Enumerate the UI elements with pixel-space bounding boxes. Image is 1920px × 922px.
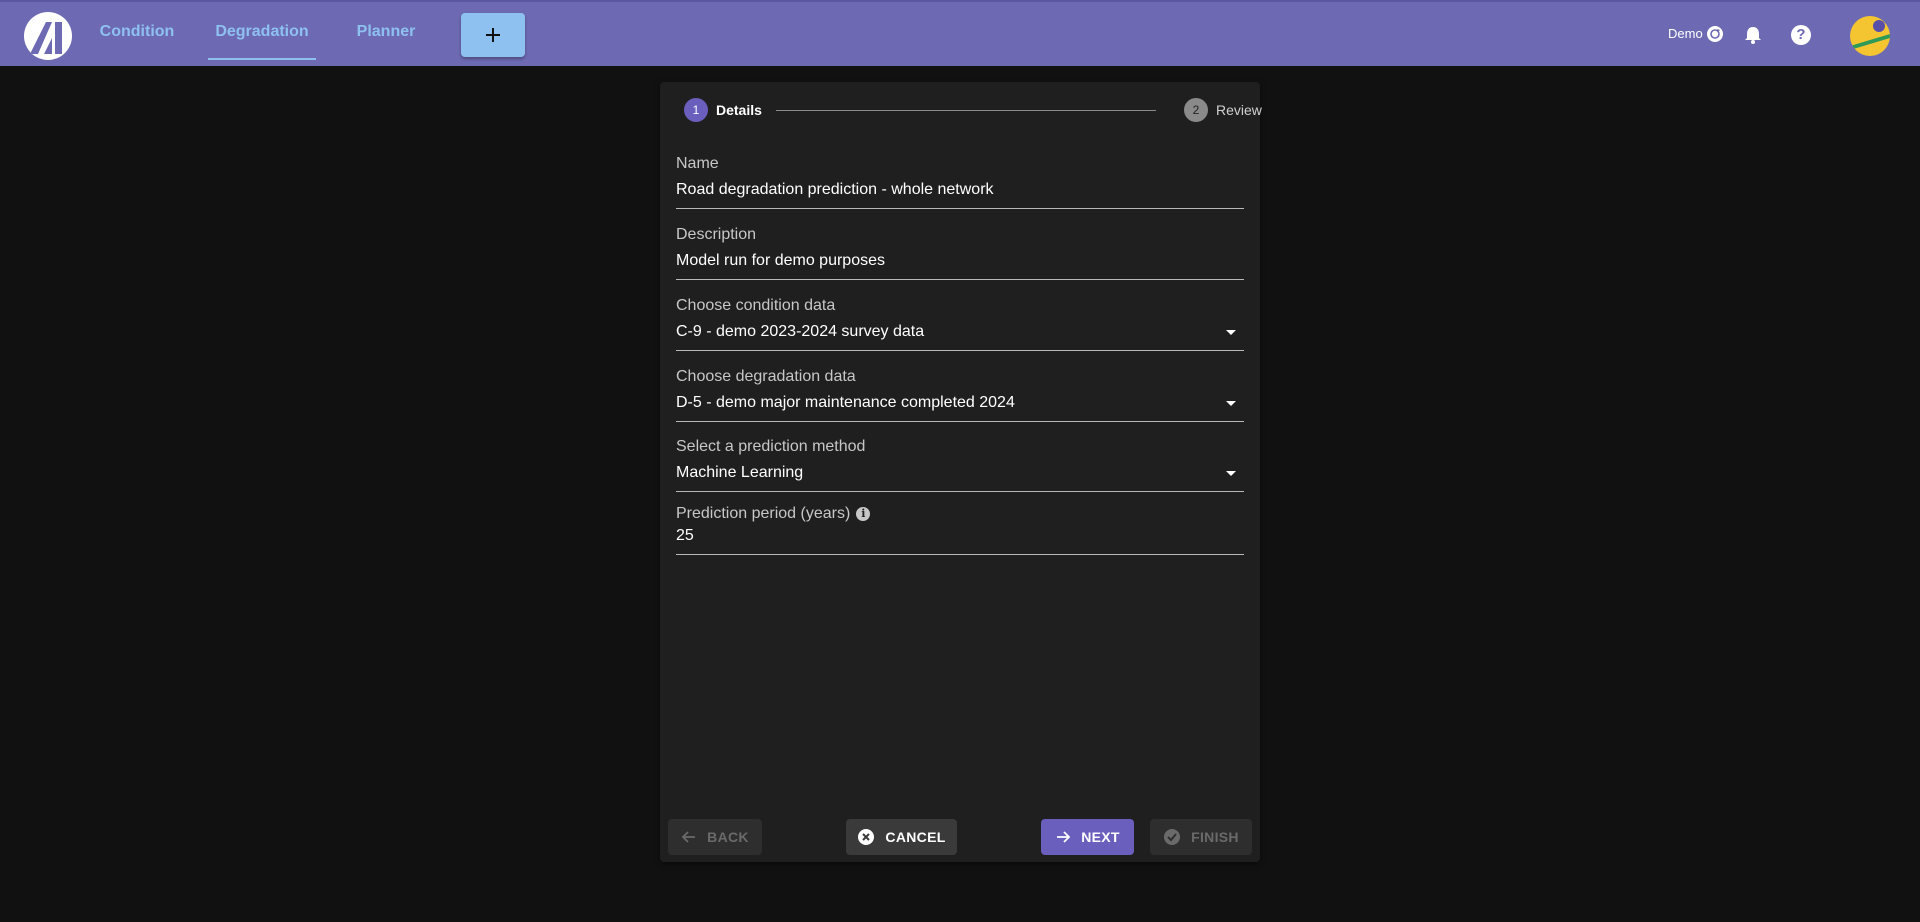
degradation-data-field: Choose degradation data D-5 - demo major…	[676, 368, 1244, 422]
help-icon[interactable]: ?	[1791, 25, 1811, 45]
condition-data-value: C-9 - demo 2023-2024 survey data	[676, 323, 925, 340]
cancel-button-label: CANCEL	[885, 829, 946, 845]
name-input[interactable]: Road degradation prediction - whole netw…	[676, 181, 1244, 209]
back-button-label: BACK	[707, 829, 749, 845]
plus-icon	[486, 28, 500, 42]
tab-condition[interactable]: Condition	[96, 2, 178, 58]
tab-planner[interactable]: Planner	[352, 2, 420, 58]
sync-icon[interactable]	[1707, 26, 1723, 42]
condition-data-select[interactable]: C-9 - demo 2023-2024 survey data	[676, 323, 1244, 351]
prediction-period-label: Prediction period (years)	[676, 505, 851, 522]
info-icon[interactable]: i	[856, 507, 871, 521]
arrow-left-icon	[681, 829, 697, 845]
next-button-label: NEXT	[1081, 829, 1120, 845]
add-button[interactable]	[461, 13, 525, 57]
condition-data-field: Choose condition data C-9 - demo 2023-20…	[676, 297, 1244, 351]
degradation-data-select[interactable]: D-5 - demo major maintenance completed 2…	[676, 394, 1244, 422]
prediction-period-label-row: Prediction period (years) i	[676, 505, 1244, 523]
prediction-method-select[interactable]: Machine Learning	[676, 464, 1244, 492]
name-label: Name	[676, 155, 719, 172]
app-logo[interactable]	[24, 12, 72, 60]
bell-icon[interactable]	[1742, 24, 1764, 46]
chevron-down-icon[interactable]	[1226, 330, 1236, 335]
degradation-data-value: D-5 - demo major maintenance completed 2…	[676, 394, 1015, 411]
step-2-label: Review	[1216, 102, 1262, 118]
demo-account-label[interactable]: Demo	[1668, 26, 1703, 41]
step-1-label: Details	[716, 102, 762, 118]
condition-data-label: Choose condition data	[676, 297, 836, 314]
stepper-divider	[776, 110, 1156, 111]
step-2-indicator: 2	[1184, 98, 1208, 122]
description-field: Description Model run for demo purposes	[676, 226, 1244, 280]
cancel-button[interactable]: CANCEL	[846, 819, 957, 855]
prediction-method-field: Select a prediction method Machine Learn…	[676, 438, 1244, 492]
top-app-bar: Condition Degradation Planner Demo ?	[0, 0, 1920, 66]
description-input[interactable]: Model run for demo purposes	[676, 252, 1244, 280]
back-button[interactable]: BACK	[668, 819, 762, 855]
prediction-method-label: Select a prediction method	[676, 438, 866, 455]
prediction-period-field: Prediction period (years) i 25	[676, 505, 1244, 555]
degradation-wizard-dialog: 1 Details 2 Review Name Road degradation…	[660, 82, 1262, 862]
prediction-period-input[interactable]: 25	[676, 527, 1244, 555]
check-circle-icon	[1163, 828, 1181, 846]
close-circle-icon	[857, 828, 875, 846]
arrow-right-icon	[1055, 829, 1071, 845]
stepper: 1 Details 2 Review	[684, 98, 1262, 124]
chevron-down-icon[interactable]	[1226, 401, 1236, 406]
prediction-method-value: Machine Learning	[676, 464, 804, 481]
name-field: Name Road degradation prediction - whole…	[676, 155, 1244, 209]
description-label: Description	[676, 226, 757, 243]
tab-degradation[interactable]: Degradation	[208, 2, 316, 60]
degradation-data-label: Choose degradation data	[676, 368, 856, 385]
chevron-down-icon[interactable]	[1226, 471, 1236, 476]
avatar[interactable]	[1850, 16, 1890, 56]
next-button[interactable]: NEXT	[1041, 819, 1134, 855]
finish-button-label: FINISH	[1191, 829, 1239, 845]
finish-button[interactable]: FINISH	[1150, 819, 1252, 855]
step-1-indicator: 1	[684, 98, 708, 122]
